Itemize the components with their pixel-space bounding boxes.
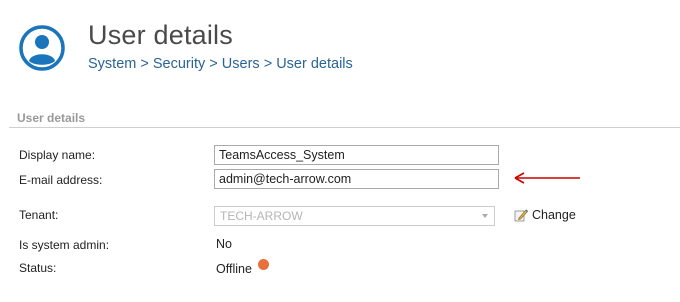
breadcrumb-item-system[interactable]: System: [88, 56, 136, 72]
chevron-down-icon: [482, 214, 488, 218]
section-title: User details: [17, 111, 86, 125]
tenant-select[interactable]: TECH-ARROW: [214, 206, 495, 226]
annotation-arrow-icon: [514, 172, 580, 184]
breadcrumb-item-security[interactable]: Security: [153, 56, 205, 72]
is-admin-value: No: [216, 237, 232, 251]
breadcrumb-item-user-details[interactable]: User details: [276, 56, 353, 72]
user-icon: [19, 25, 65, 71]
page-title: User details: [88, 20, 233, 50]
section-divider: [9, 127, 680, 128]
tenant-label: Tenant:: [19, 208, 59, 222]
pencil-icon: [514, 209, 528, 222]
breadcrumb-separator: >: [140, 56, 149, 72]
status-label: Status:: [19, 261, 57, 275]
is-admin-label: Is system admin:: [19, 238, 110, 252]
breadcrumb: System > Security > Users > User details: [88, 56, 353, 72]
breadcrumb-separator: >: [263, 56, 273, 72]
change-tenant-button[interactable]: Change: [514, 208, 576, 222]
tenant-select-value: TECH-ARROW: [220, 209, 303, 223]
status-indicator-icon: [258, 259, 269, 270]
breadcrumb-item-users[interactable]: Users: [222, 56, 260, 72]
change-label: Change: [532, 208, 576, 222]
breadcrumb-separator: >: [209, 56, 218, 72]
status-value: Offline: [216, 262, 252, 276]
email-field[interactable]: [214, 169, 499, 189]
display-name-field[interactable]: [214, 145, 499, 165]
email-label: E-mail address:: [19, 173, 103, 187]
display-name-label: Display name:: [19, 148, 96, 162]
